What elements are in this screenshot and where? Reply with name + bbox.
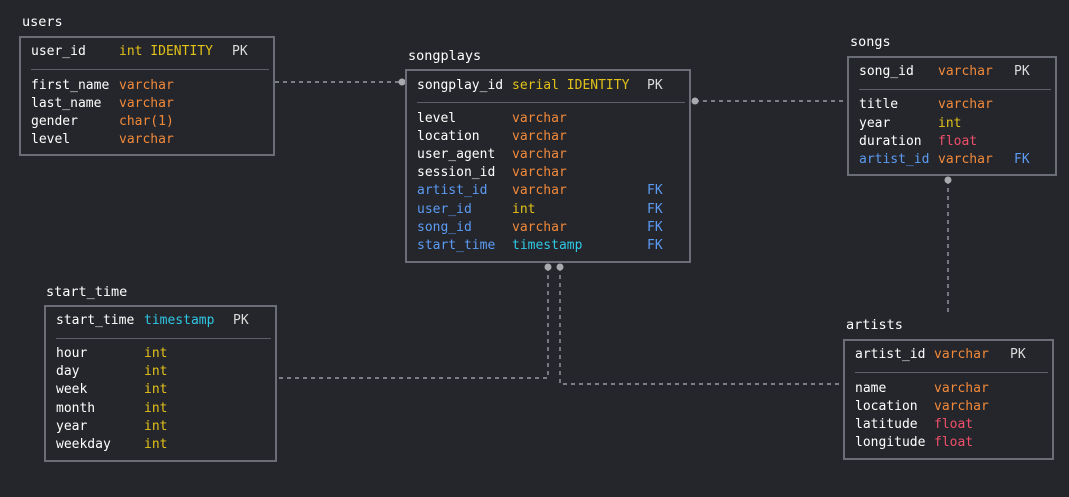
column-type: varchar <box>934 347 989 362</box>
fk-label: FK <box>647 183 663 198</box>
column-name: artist_id <box>417 183 488 198</box>
column-type: varchar <box>512 165 567 180</box>
pk-label: PK <box>1014 64 1030 79</box>
column-name: hour <box>56 346 88 361</box>
column-name: name <box>855 381 887 396</box>
column-type: int <box>512 202 536 217</box>
column-type: varchar <box>119 96 174 111</box>
column-type: int <box>144 364 168 379</box>
pk-label: PK <box>647 78 663 93</box>
column-type: timestamp <box>144 313 215 328</box>
column-name: artist_id <box>859 152 930 167</box>
pk-label: PK <box>232 44 248 59</box>
divider <box>31 69 269 70</box>
column-name: start_time <box>417 238 496 253</box>
table-title-artists: artists <box>846 317 903 333</box>
column-name: month <box>56 401 96 416</box>
connector-songplays-start-time <box>277 267 549 379</box>
fk-label: FK <box>647 202 663 217</box>
divider <box>855 372 1048 373</box>
column-name: first_name <box>31 78 110 93</box>
table-title-songplays: songplays <box>408 48 482 64</box>
column-name: artist_id <box>855 347 926 362</box>
column-name: year <box>859 116 891 131</box>
column-type: float <box>938 134 978 149</box>
column-type: int <box>144 346 168 361</box>
column-type: int <box>144 382 168 397</box>
column-type: varchar <box>934 381 989 396</box>
column-name: year <box>56 419 88 434</box>
column-type: float <box>934 417 974 432</box>
column-name: level <box>417 111 457 126</box>
column-type: varchar <box>512 147 567 162</box>
column-type: varchar <box>938 152 993 167</box>
column-type: varchar <box>938 97 993 112</box>
connector-songplays-artists <box>559 267 844 385</box>
column-type: timestamp <box>512 238 583 253</box>
column-type: varchar <box>512 183 567 198</box>
column-name: session_id <box>417 165 496 180</box>
fk-label: FK <box>647 220 663 235</box>
divider <box>417 102 685 103</box>
column-type: char(1) <box>119 114 174 129</box>
pk-label: PK <box>233 313 249 328</box>
column-type: varchar <box>119 132 174 147</box>
column-type: varchar <box>938 64 993 79</box>
table-title-users: users <box>22 14 63 30</box>
column-name: song_id <box>859 64 914 79</box>
column-type: varchar <box>512 129 567 144</box>
table-title-songs: songs <box>850 34 891 50</box>
column-name: user_id <box>31 44 86 59</box>
column-name: latitude <box>855 417 918 432</box>
column-name: start_time <box>56 313 135 328</box>
column-name: location <box>417 129 480 144</box>
column-name: song_id <box>417 220 472 235</box>
column-name: duration <box>859 134 922 149</box>
column-type: int <box>144 401 168 416</box>
column-name: user_agent <box>417 147 496 162</box>
connector-dot-songplays-artist <box>556 263 564 271</box>
column-name: songplay_id <box>417 78 504 93</box>
column-name: gender <box>31 114 78 129</box>
table-title-start-time: start_time <box>46 284 128 300</box>
fk-label: FK <box>647 238 663 253</box>
column-type: varchar <box>934 399 989 414</box>
connector-dot-songs-artist <box>944 176 952 184</box>
column-name: weekday <box>56 437 111 452</box>
column-name: title <box>859 97 899 112</box>
column-name: user_id <box>417 202 472 217</box>
connector-dot-songs <box>691 97 699 105</box>
connector-dot-songplays-start <box>544 263 552 271</box>
divider <box>859 89 1051 90</box>
column-name: last_name <box>31 96 102 111</box>
column-type: int <box>938 116 962 131</box>
column-name: longitude <box>855 435 926 450</box>
column-type: varchar <box>512 111 567 126</box>
table-songs[interactable]: song_id varchar PK title varchar year in… <box>847 56 1057 176</box>
column-type: int <box>144 419 168 434</box>
table-artists[interactable]: artist_id varchar PK name varchar locati… <box>843 339 1054 460</box>
column-name: level <box>31 132 71 147</box>
table-songplays[interactable]: songplay_id serial IDENTITY PK level var… <box>405 69 691 263</box>
table-users[interactable]: user_id int IDENTITY PK first_name varch… <box>19 36 275 156</box>
column-name: week <box>56 382 88 397</box>
column-type: varchar <box>119 78 174 93</box>
column-type: varchar <box>512 220 567 235</box>
column-type: int <box>144 437 168 452</box>
pk-label: PK <box>1010 347 1026 362</box>
column-type: serial IDENTITY <box>512 78 630 93</box>
column-name: day <box>56 364 80 379</box>
column-type: int IDENTITY <box>119 44 213 59</box>
divider <box>56 338 271 339</box>
column-type: float <box>934 435 974 450</box>
fk-label: FK <box>1014 152 1030 167</box>
table-start-time[interactable]: start_time timestamp PK hour int day int… <box>44 305 277 462</box>
column-name: location <box>855 399 918 414</box>
